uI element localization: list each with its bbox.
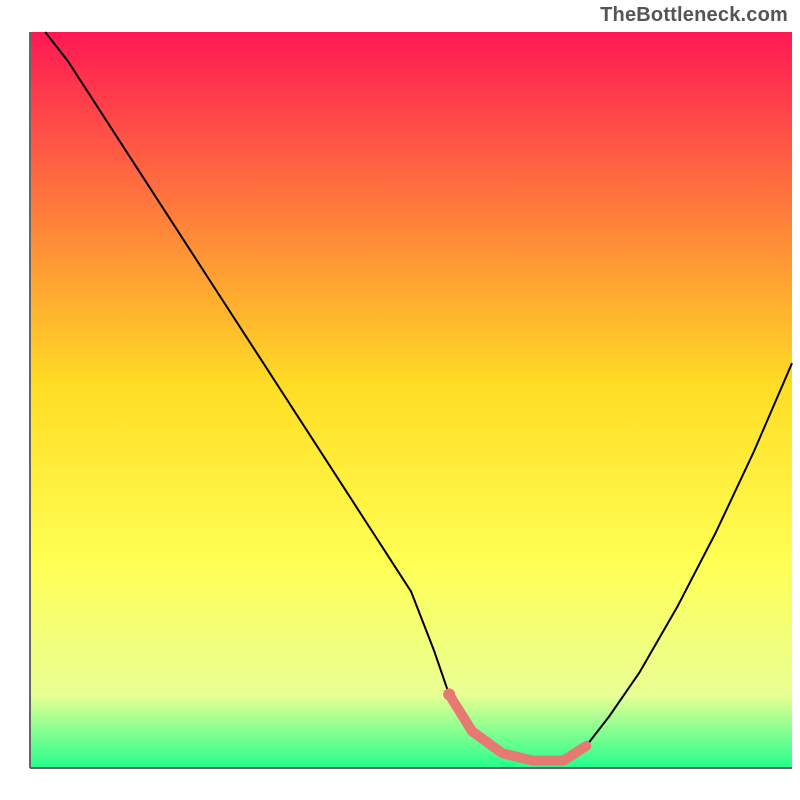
bottleneck-chart [0,0,800,800]
gradient-background [30,32,792,768]
chart-container: TheBottleneck.com [0,0,800,800]
highlight-marker [443,688,455,700]
